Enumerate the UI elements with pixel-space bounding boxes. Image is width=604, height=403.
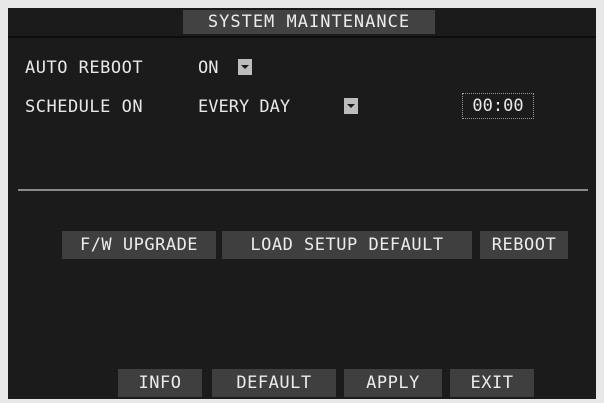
maintenance-screen: SYSTEM MAINTENANCE AUTO REBOOT ON SCHEDU… (8, 8, 596, 399)
divider (18, 189, 588, 191)
title-bar: SYSTEM MAINTENANCE (8, 8, 596, 38)
exit-button[interactable]: EXIT (450, 369, 534, 397)
chevron-down-icon (344, 98, 358, 114)
schedule-on-label: SCHEDULE ON (25, 97, 144, 117)
apply-button[interactable]: APPLY (344, 369, 442, 397)
default-button[interactable]: DEFAULT (212, 369, 336, 397)
auto-reboot-label: AUTO REBOOT (25, 58, 144, 78)
reboot-button[interactable]: REBOOT (480, 231, 568, 259)
schedule-value: EVERY DAY (198, 97, 291, 117)
auto-reboot-select[interactable]: ON (196, 56, 260, 80)
chevron-down-icon (238, 59, 252, 75)
load-setup-default-button[interactable]: LOAD SETUP DEFAULT (222, 231, 472, 259)
auto-reboot-value: ON (198, 58, 219, 78)
fw-upgrade-button[interactable]: F/W UPGRADE (62, 231, 216, 259)
schedule-select[interactable]: EVERY DAY (196, 95, 366, 119)
schedule-time-field[interactable]: 00:00 (462, 93, 534, 119)
page-title: SYSTEM MAINTENANCE (183, 10, 435, 34)
info-button[interactable]: INFO (118, 369, 202, 397)
